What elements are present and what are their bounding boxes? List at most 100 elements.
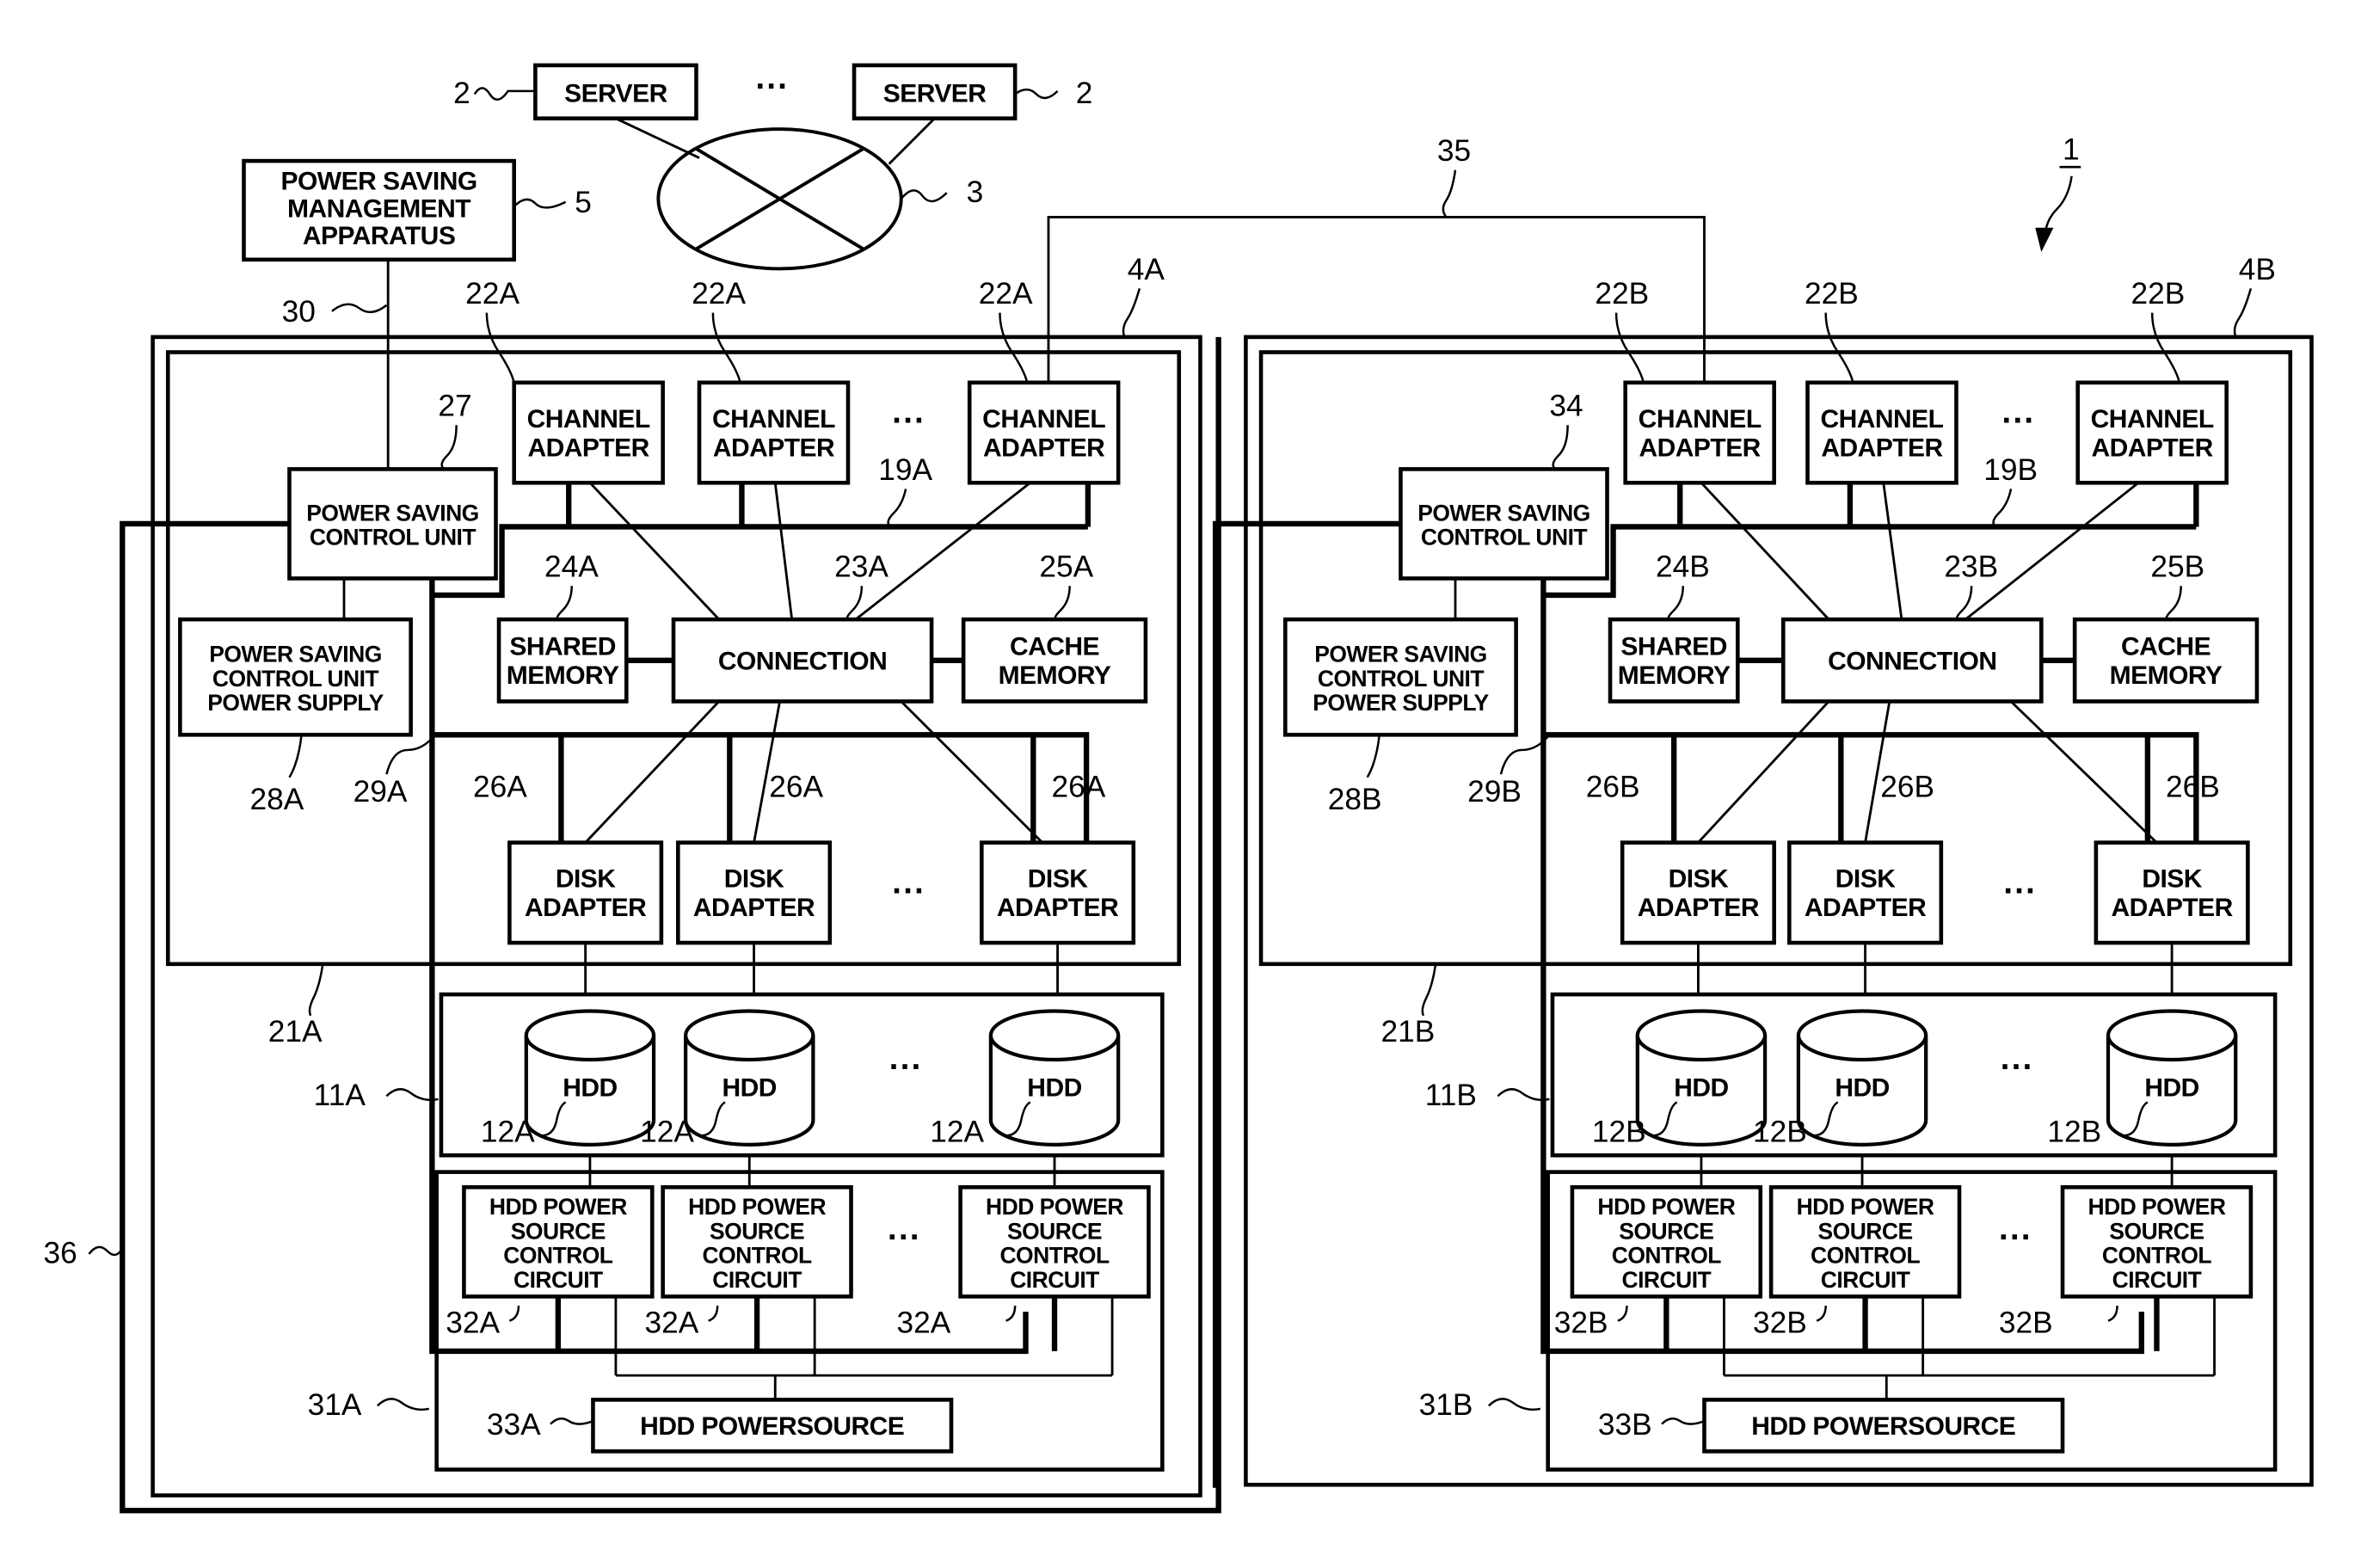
- power-saving-control-unit-power-supply-label: CONTROL UNIT: [212, 666, 378, 692]
- cache-memory-ref: 25A: [1039, 550, 1093, 584]
- hdd-label: HDD: [722, 1073, 777, 1102]
- leader-line: [887, 489, 907, 528]
- disk-adapter-label: DISK: [724, 865, 784, 894]
- management-ref: 5: [575, 186, 592, 219]
- hdd-power-source-control-circuit-label: SOURCE: [710, 1218, 804, 1244]
- hdd-top: [988, 1009, 1121, 1062]
- hdd-power-circuit-ref: 32A: [644, 1307, 698, 1340]
- leader-line: [376, 1398, 430, 1411]
- storage-controller-ref: 21A: [268, 1015, 323, 1048]
- disk-adapter-ref: 26B: [1880, 771, 1934, 804]
- leader-line: [385, 734, 436, 775]
- shared-memory-label: MEMORY: [507, 661, 619, 690]
- hdd-top: [524, 1009, 656, 1062]
- channel-adapter-label: CHANNEL: [982, 405, 1105, 434]
- hdd-power-source-control-circuit-label: CIRCUIT: [513, 1267, 603, 1293]
- hdd-power-source-control-circuit-label: HDD POWER: [1797, 1194, 1934, 1220]
- servers-ellipsis: ···: [755, 68, 789, 105]
- management-label-line: MANAGEMENT: [287, 194, 470, 223]
- power-saving-control-unit-power-supply-label: POWER SUPPLY: [1313, 690, 1489, 716]
- hdd-ref: 12A: [640, 1115, 694, 1148]
- power-saving-control-unit-power-supply-label: POWER SAVING: [1314, 642, 1487, 667]
- connection-ref: 23B: [1944, 550, 1998, 584]
- hdd: HDD: [988, 1009, 1121, 1147]
- hdd-top: [2106, 1009, 2238, 1062]
- channel-adapter: CHANNELADAPTER: [1805, 380, 1958, 485]
- hdd: HDD: [524, 1009, 656, 1147]
- hdd-powersource: HDD POWERSOURCE: [591, 1398, 954, 1454]
- power-supply-ref: 28A: [250, 783, 304, 816]
- power-supply-ref: 28B: [1328, 783, 1382, 816]
- hdd-power-source-control-circuit-label: HDD POWER: [489, 1194, 627, 1220]
- power-saving-management-apparatus: POWER SAVING MANAGEMENT APPARATUS 5: [242, 158, 592, 262]
- ellipsis: ···: [892, 872, 925, 909]
- disk-adapter-ref: 26A: [769, 771, 823, 804]
- leader-line: [1552, 425, 1569, 470]
- channel-adapter-ref: 22B: [2131, 277, 2185, 311]
- hdd-label: HDD: [2144, 1073, 2198, 1102]
- storage-system-diagram: SERVER 2 ··· SERVER 2 3 POWER SAVING MAN…: [44, 63, 2314, 1514]
- channel-adapter-label: CHANNEL: [712, 405, 835, 434]
- disk-adapter-label: DISK: [1028, 865, 1088, 894]
- connection-label: CONNECTION: [1828, 647, 1996, 675]
- ellipsis: ···: [2001, 1048, 2034, 1085]
- leader-line: [485, 312, 515, 384]
- connector-line: [2010, 700, 2158, 844]
- leader-line: [1366, 735, 1380, 778]
- control-line-ref: 29A: [354, 775, 408, 809]
- server-label: SERVER: [883, 79, 987, 108]
- hdd-ref: 12B: [1753, 1115, 1807, 1148]
- ellipsis: ···: [889, 1048, 923, 1085]
- leader-line: [1824, 312, 1854, 384]
- channel-adapter-label: ADAPTER: [2092, 434, 2214, 462]
- power-saving-control-unit-label: POWER SAVING: [306, 500, 479, 526]
- inter-storage-link-35: [1047, 215, 1706, 414]
- disk-adapter-label: ADAPTER: [525, 894, 647, 922]
- channel-adapter-label: CHANNEL: [2091, 405, 2214, 434]
- hdd-power-source-control-circuit-label: SOURCE: [2109, 1218, 2204, 1244]
- internal-bus-19: [432, 524, 1088, 599]
- hdd-power-source-control-circuit-label: CONTROL: [503, 1243, 613, 1269]
- disk-adapter-ref: 26A: [473, 771, 527, 804]
- disk-adapter-label: ADAPTER: [1638, 894, 1760, 922]
- leader-line: [999, 312, 1029, 384]
- hdd-power-source-control-circuit-label: HDD POWER: [688, 1194, 826, 1220]
- hdd-power-source-control-circuit: HDD POWERSOURCECONTROLCIRCUIT: [1570, 1184, 1763, 1299]
- hdd-powersource-label: HDD POWERSOURCE: [640, 1412, 904, 1441]
- channel-adapter-label: CHANNEL: [1639, 405, 1762, 434]
- connector-line: [588, 482, 720, 621]
- channel-adapter-ref: 22A: [979, 277, 1033, 311]
- connection: CONNECTION: [671, 617, 934, 704]
- power-saving-control-unit-label: POWER SAVING: [1417, 500, 1590, 526]
- hdd-power-source-control-circuit-label: CONTROL: [1612, 1243, 1722, 1269]
- system-arrow-head: [2035, 227, 2054, 252]
- hdd-top: [684, 1009, 815, 1062]
- hdd-group-ref: 11B: [1425, 1079, 1477, 1112]
- power-saving-control-unit-ref: 27: [438, 390, 471, 423]
- connector-line: [900, 700, 1043, 844]
- leader-line: [845, 586, 864, 621]
- shared-memory-label: MEMORY: [1618, 661, 1731, 690]
- connector-line: [773, 483, 794, 620]
- disk-adapter: DISKADAPTER: [1620, 840, 1776, 945]
- connection-ref: 23A: [834, 550, 889, 584]
- leader-line: [1487, 1398, 1541, 1411]
- disk-adapter-ref: 26B: [2166, 771, 2220, 804]
- internal-bus-19: [1543, 524, 2197, 599]
- hdd-power-circuit-ref: 32B: [1554, 1307, 1608, 1340]
- disk-adapter-label: ADAPTER: [1805, 894, 1927, 922]
- leader-line: [308, 963, 324, 1017]
- server-ref: 2: [453, 77, 470, 110]
- server-1: SERVER 2: [453, 63, 698, 120]
- disk-adapter: DISKADAPTER: [1787, 840, 1944, 945]
- hdd-power-source-control-circuit: HDD POWERSOURCECONTROLCIRCUIT: [958, 1184, 1151, 1299]
- power-saving-control-unit-power-supply-label: CONTROL UNIT: [1318, 666, 1484, 692]
- channel-adapter-label: CHANNEL: [527, 405, 650, 434]
- disk-adapter: DISKADAPTER: [676, 840, 833, 945]
- leader-line: [1005, 1305, 1017, 1322]
- leader-line: [1442, 169, 1457, 218]
- internal-bus-ref: 19B: [1983, 453, 2038, 487]
- power-saving-control-unit: POWER SAVINGCONTROL UNIT: [287, 467, 498, 581]
- disk-adapter-label: DISK: [556, 865, 616, 894]
- channel-adapter-label: ADAPTER: [1639, 434, 1762, 462]
